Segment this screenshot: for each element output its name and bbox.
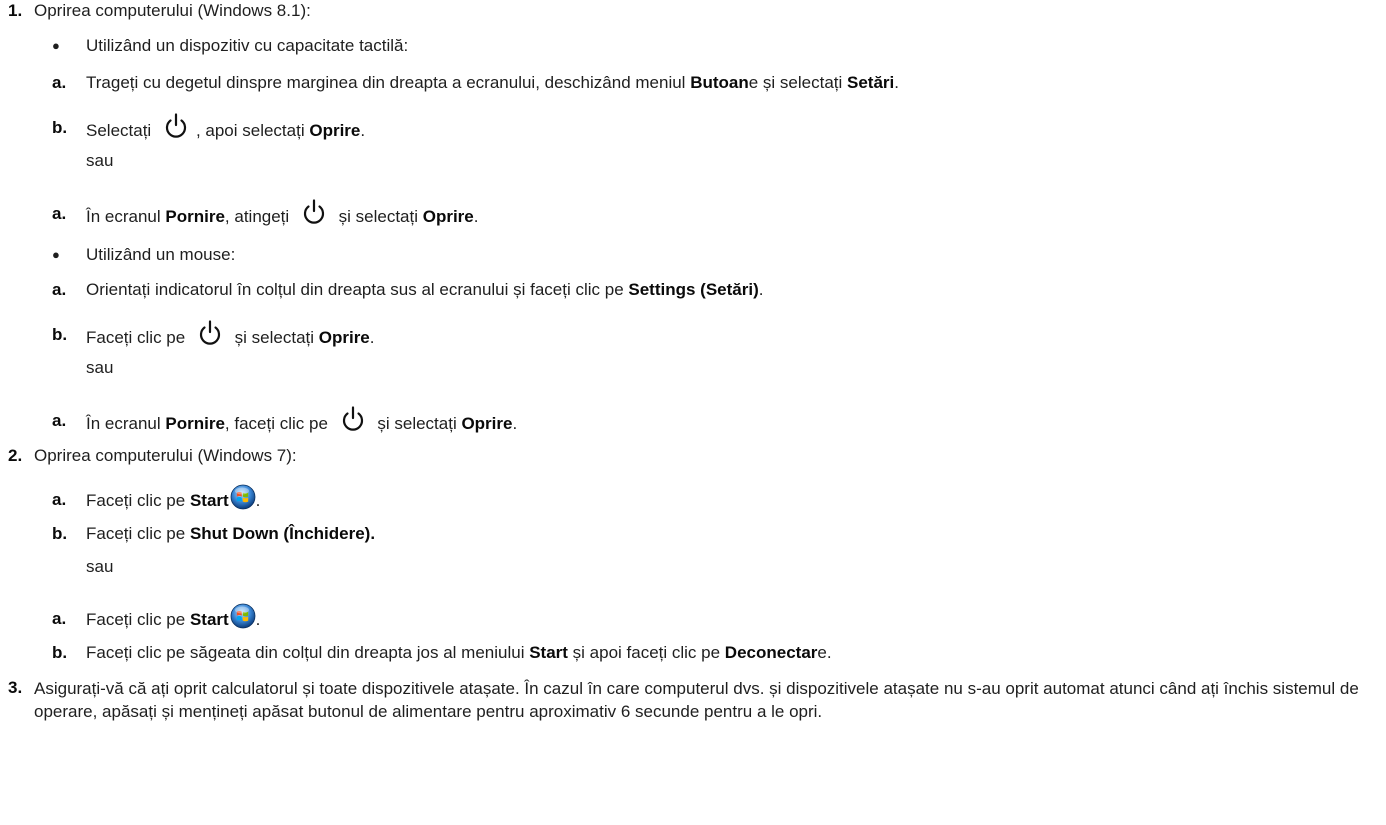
step-title: Oprirea computerului (Windows 7):	[34, 446, 297, 465]
list-item: Utilizând un dispozitiv cu capacitate ta…	[86, 36, 409, 55]
windows-start-orb-icon	[230, 603, 256, 629]
step-text: Asigurați-vă că ați oprit calculatorul ș…	[34, 679, 1359, 721]
substep-marker: b.	[52, 118, 68, 137]
power-icon	[303, 199, 324, 224]
list-item: Faceți clic pe săgeata din colțul din dr…	[86, 643, 832, 662]
list-item: Selectați , apoi selectați Oprire.	[86, 112, 365, 142]
list-item: Faceți clic pe și selectați Oprire.	[86, 319, 375, 349]
substep-marker: a.	[52, 490, 67, 509]
power-icon	[342, 406, 363, 431]
power-icon	[165, 113, 187, 138]
list-item: În ecranul Pornire, faceți clic pe și se…	[86, 405, 517, 435]
substep-marker: a.	[52, 204, 67, 223]
list-item: Faceți clic pe Start.	[86, 484, 260, 514]
substep-marker: b.	[52, 325, 68, 344]
list-item: Utilizând un mouse:	[86, 245, 236, 264]
bullet: ●	[52, 38, 60, 53]
list-item: Trageți cu degetul dinspre marginea din …	[86, 73, 899, 92]
substep-marker: a.	[52, 280, 67, 299]
list-item: În ecranul Pornire, atingeți și selectaț…	[86, 198, 479, 228]
or-text: sau	[86, 151, 114, 170]
step-number: 1.	[8, 1, 23, 20]
substep-marker: a.	[52, 73, 67, 92]
substep-marker: a.	[52, 411, 67, 430]
power-icon	[199, 320, 221, 345]
or-text: sau	[86, 557, 114, 576]
windows-start-orb-icon	[230, 484, 256, 510]
list-item: Orientați indicatorul în colțul din drea…	[86, 280, 764, 299]
bullet: ●	[52, 247, 60, 262]
substep-marker: a.	[52, 609, 67, 628]
step-number: 3.	[8, 678, 23, 697]
or-text: sau	[86, 358, 114, 377]
substep-marker: b.	[52, 643, 68, 662]
step-title: Oprirea computerului (Windows 8.1):	[34, 1, 311, 20]
substep-marker: b.	[52, 524, 68, 543]
list-item: Faceți clic pe Start.	[86, 603, 260, 633]
list-item: Faceți clic pe Shut Down (Închidere).	[86, 524, 376, 543]
step-number: 2.	[8, 446, 23, 465]
